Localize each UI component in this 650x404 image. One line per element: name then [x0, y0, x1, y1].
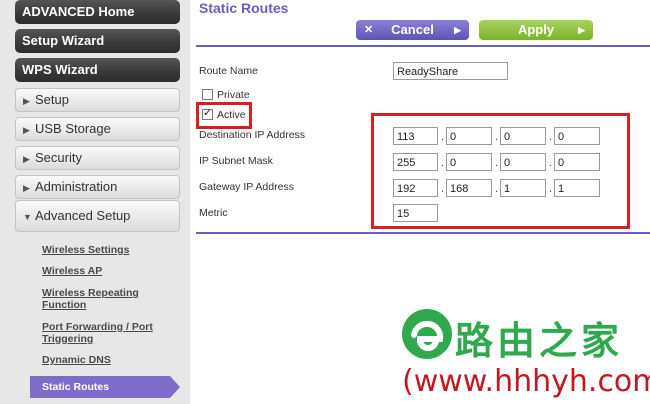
cancel-button[interactable]: ✕ Cancel ▶: [356, 20, 469, 40]
metric-label: Metric: [199, 207, 228, 219]
gateway-label: Gateway IP Address: [199, 181, 294, 193]
divider-top: [196, 45, 650, 47]
apply-button-label: Apply: [517, 22, 555, 37]
watermark-url: (www.hhhyh.com): [402, 364, 650, 399]
sublink-static-routes[interactable]: Static Routes: [30, 376, 170, 398]
sidebar-item-security[interactable]: ▶ Security: [15, 146, 180, 170]
sidebar-item-label: USB Storage: [35, 121, 111, 136]
caret-right-icon: ▶: [23, 154, 30, 164]
sublink-port-forwarding[interactable]: Port Forwarding / Port Triggering: [42, 321, 167, 345]
active-pointer: [170, 376, 180, 398]
private-label: Private: [217, 89, 250, 101]
caret-right-icon: ▶: [23, 125, 30, 135]
page-title: Static Routes: [199, 0, 289, 16]
setup-wizard-button[interactable]: Setup Wizard: [15, 29, 180, 53]
sidebar: ADVANCED Home Setup Wizard WPS Wizard ▶ S…: [0, 0, 190, 404]
divider-bottom: [196, 232, 650, 234]
sublink-wireless-repeating[interactable]: Wireless Repeating Function: [42, 287, 167, 311]
sidebar-item-label: Administration: [35, 179, 118, 194]
wps-wizard-button[interactable]: WPS Wizard: [15, 58, 180, 82]
arrow-right-icon: ▶: [578, 25, 585, 35]
subnet-label: IP Subnet Mask: [199, 155, 273, 167]
advanced-home-button[interactable]: ADVANCED Home: [15, 0, 180, 24]
sidebar-item-label: Setup: [35, 92, 69, 107]
caret-down-icon: ▼: [23, 212, 32, 222]
watermark-logo-icon: [402, 309, 452, 359]
apply-button[interactable]: Apply ▶: [479, 20, 593, 40]
cancel-button-label: Cancel: [391, 22, 434, 37]
arrow-right-icon: ▶: [454, 25, 461, 35]
sidebar-item-label: Security: [35, 150, 82, 165]
route-name-input[interactable]: ReadyShare: [393, 62, 508, 80]
sublink-wireless-ap[interactable]: Wireless AP: [42, 265, 167, 277]
private-checkbox[interactable]: [202, 89, 213, 100]
close-icon: ✕: [364, 24, 374, 36]
caret-right-icon: ▶: [23, 96, 30, 106]
sidebar-item-administration[interactable]: ▶ Administration: [15, 175, 180, 199]
sidebar-item-label: Advanced Setup: [35, 208, 131, 223]
watermark-text: 路由之家: [455, 319, 624, 363]
sidebar-item-usb-storage[interactable]: ▶ USB Storage: [15, 117, 180, 141]
sidebar-item-advanced-setup[interactable]: ▼ Advanced Setup: [15, 200, 180, 232]
ip-fields-highlight-box: [371, 113, 630, 229]
dest-ip-label: Destination IP Address: [199, 129, 306, 141]
sidebar-item-setup[interactable]: ▶ Setup: [15, 88, 180, 112]
sublink-wireless-settings[interactable]: Wireless Settings: [42, 244, 167, 256]
sublink-dynamic-dns[interactable]: Dynamic DNS: [42, 354, 167, 366]
active-highlight-box: [196, 102, 252, 129]
route-name-label: Route Name: [199, 65, 258, 77]
caret-right-icon: ▶: [23, 183, 30, 193]
